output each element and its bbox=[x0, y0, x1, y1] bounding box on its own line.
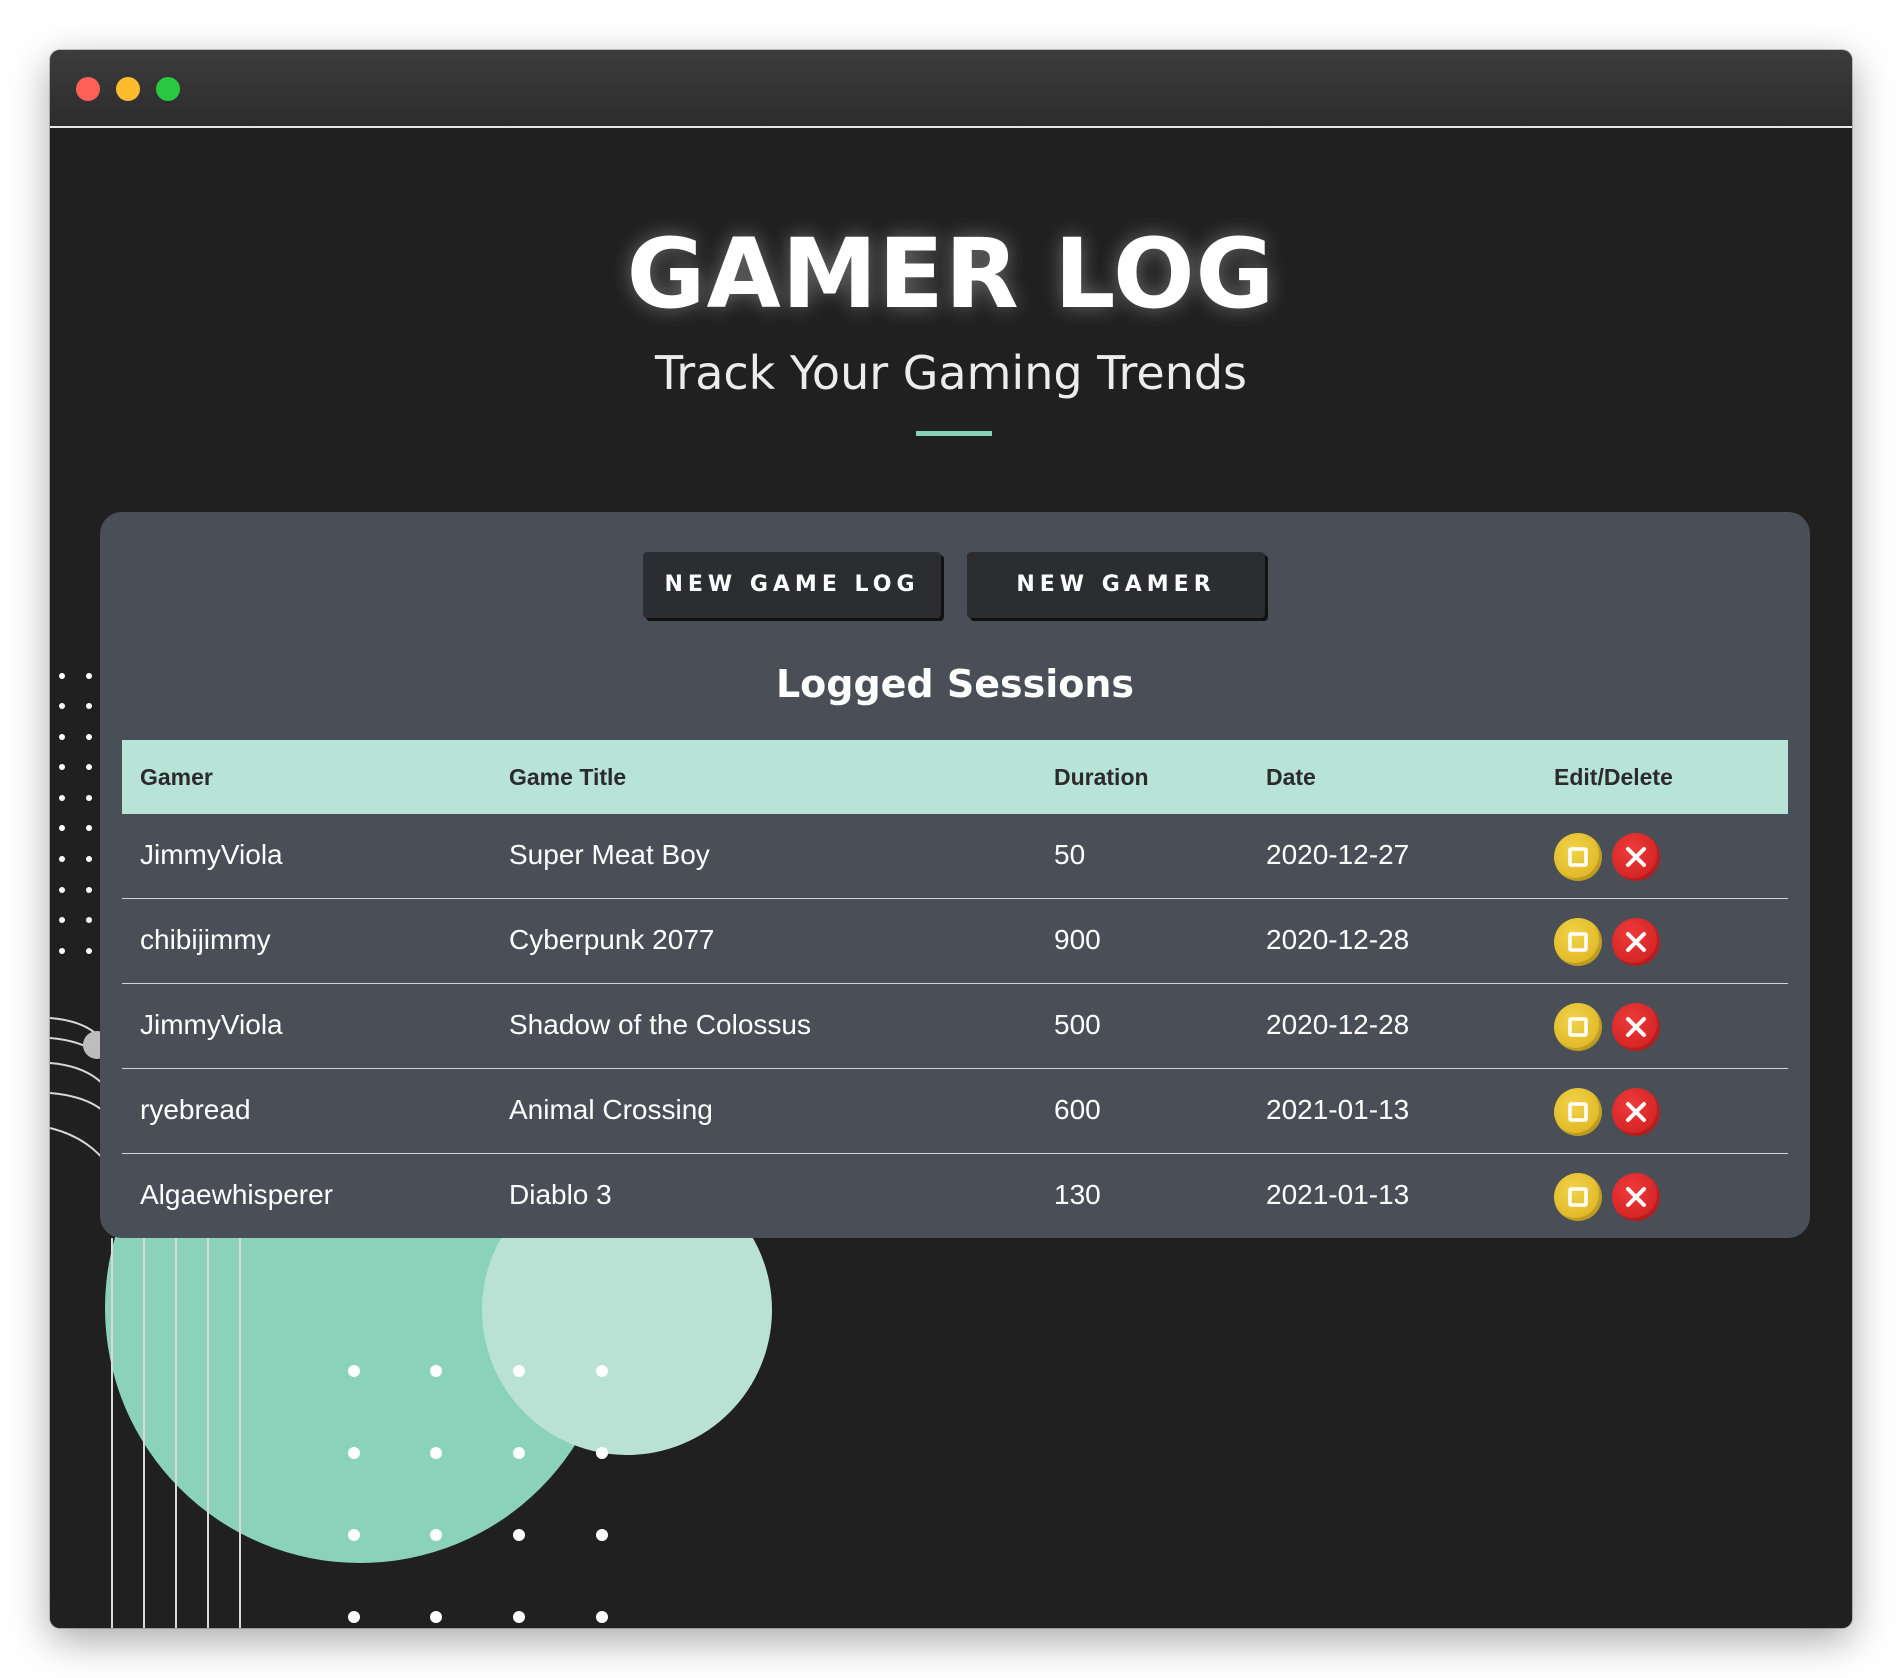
minimize-window-button[interactable] bbox=[116, 77, 140, 101]
delete-button[interactable] bbox=[1612, 1003, 1660, 1051]
cell-gamer: ryebread bbox=[140, 1094, 251, 1125]
edit-button[interactable] bbox=[1554, 1003, 1602, 1051]
delete-icon bbox=[1626, 1187, 1646, 1207]
cell-duration: 900 bbox=[1054, 924, 1101, 955]
edit-button[interactable] bbox=[1554, 918, 1602, 966]
cell-game-title: Super Meat Boy bbox=[509, 839, 710, 870]
delete-icon bbox=[1626, 1102, 1646, 1122]
sessions-panel: NEW GAME LOG NEW GAMER Logged Sessions G… bbox=[100, 512, 1810, 1238]
table-row: JimmyViola Super Meat Boy 50 2020-12-27 bbox=[122, 814, 1788, 899]
column-header-gamer: Gamer bbox=[140, 764, 213, 790]
cell-date: 2020-12-28 bbox=[1266, 924, 1410, 955]
cell-game-title: Cyberpunk 2077 bbox=[509, 924, 715, 955]
edit-icon bbox=[1568, 1102, 1588, 1122]
column-header-date: Date bbox=[1266, 764, 1316, 790]
table-header: Gamer Game Title Duration Date Edit/Dele… bbox=[122, 740, 1788, 814]
cell-game-title: Diablo 3 bbox=[509, 1179, 612, 1210]
edit-icon bbox=[1568, 932, 1588, 952]
column-header-duration: Duration bbox=[1054, 764, 1149, 790]
sessions-heading: Logged Sessions bbox=[775, 662, 1135, 706]
page-subtitle: Track Your Gaming Trends bbox=[654, 346, 1248, 400]
delete-icon bbox=[1626, 1017, 1646, 1037]
edit-button[interactable] bbox=[1554, 1173, 1602, 1221]
new-game-log-button[interactable]: NEW GAME LOG bbox=[643, 552, 941, 618]
column-header-game-title: Game Title bbox=[509, 764, 627, 790]
cell-game-title: Animal Crossing bbox=[509, 1094, 713, 1125]
delete-icon bbox=[1626, 847, 1646, 867]
close-window-button[interactable] bbox=[76, 77, 100, 101]
cell-date: 2021-01-13 bbox=[1266, 1179, 1410, 1210]
cell-gamer: Algaewhisperer bbox=[140, 1179, 333, 1210]
cell-game-title: Shadow of the Colossus bbox=[509, 1009, 811, 1040]
cell-duration: 50 bbox=[1054, 839, 1086, 870]
page-title: GAMER LOG bbox=[626, 218, 1276, 330]
table-row: JimmyViola Shadow of the Colossus 500 20… bbox=[122, 984, 1788, 1069]
delete-icon bbox=[1626, 932, 1646, 952]
cell-gamer: chibijimmy bbox=[140, 924, 271, 955]
column-header-edit-delete: Edit/Delete bbox=[1554, 764, 1673, 790]
cell-gamer: JimmyViola bbox=[140, 1009, 283, 1040]
cell-date: 2020-12-28 bbox=[1266, 1009, 1410, 1040]
cell-duration: 500 bbox=[1054, 1009, 1101, 1040]
delete-button[interactable] bbox=[1612, 833, 1660, 881]
cell-date: 2020-12-27 bbox=[1266, 839, 1410, 870]
table-row: Algaewhisperer Diablo 3 130 2021-01-13 bbox=[122, 1154, 1788, 1239]
cell-duration: 600 bbox=[1054, 1094, 1101, 1125]
table-row: chibijimmy Cyberpunk 2077 900 2020-12-28 bbox=[122, 899, 1788, 984]
new-gamer-button[interactable]: NEW GAMER bbox=[967, 552, 1265, 618]
edit-button[interactable] bbox=[1554, 1088, 1602, 1136]
table-row: ryebread Animal Crossing 600 2021-01-13 bbox=[122, 1069, 1788, 1154]
delete-button[interactable] bbox=[1612, 918, 1660, 966]
title-underline bbox=[916, 431, 992, 436]
edit-icon bbox=[1568, 1017, 1588, 1037]
edit-button[interactable] bbox=[1554, 833, 1602, 881]
maximize-window-button[interactable] bbox=[156, 77, 180, 101]
cell-date: 2021-01-13 bbox=[1266, 1094, 1410, 1125]
edit-icon bbox=[1568, 847, 1588, 867]
app-window: GAMER LOG Track Your Gaming Trends NEW G… bbox=[50, 50, 1852, 1628]
cell-gamer: JimmyViola bbox=[140, 839, 283, 870]
cell-duration: 130 bbox=[1054, 1179, 1101, 1210]
title-bar bbox=[50, 50, 1852, 128]
delete-button[interactable] bbox=[1612, 1173, 1660, 1221]
edit-icon bbox=[1568, 1187, 1588, 1207]
page-content: GAMER LOG Track Your Gaming Trends NEW G… bbox=[50, 128, 1852, 1628]
delete-button[interactable] bbox=[1612, 1088, 1660, 1136]
sessions-table: Gamer Game Title Duration Date Edit/Dele… bbox=[122, 740, 1788, 1239]
